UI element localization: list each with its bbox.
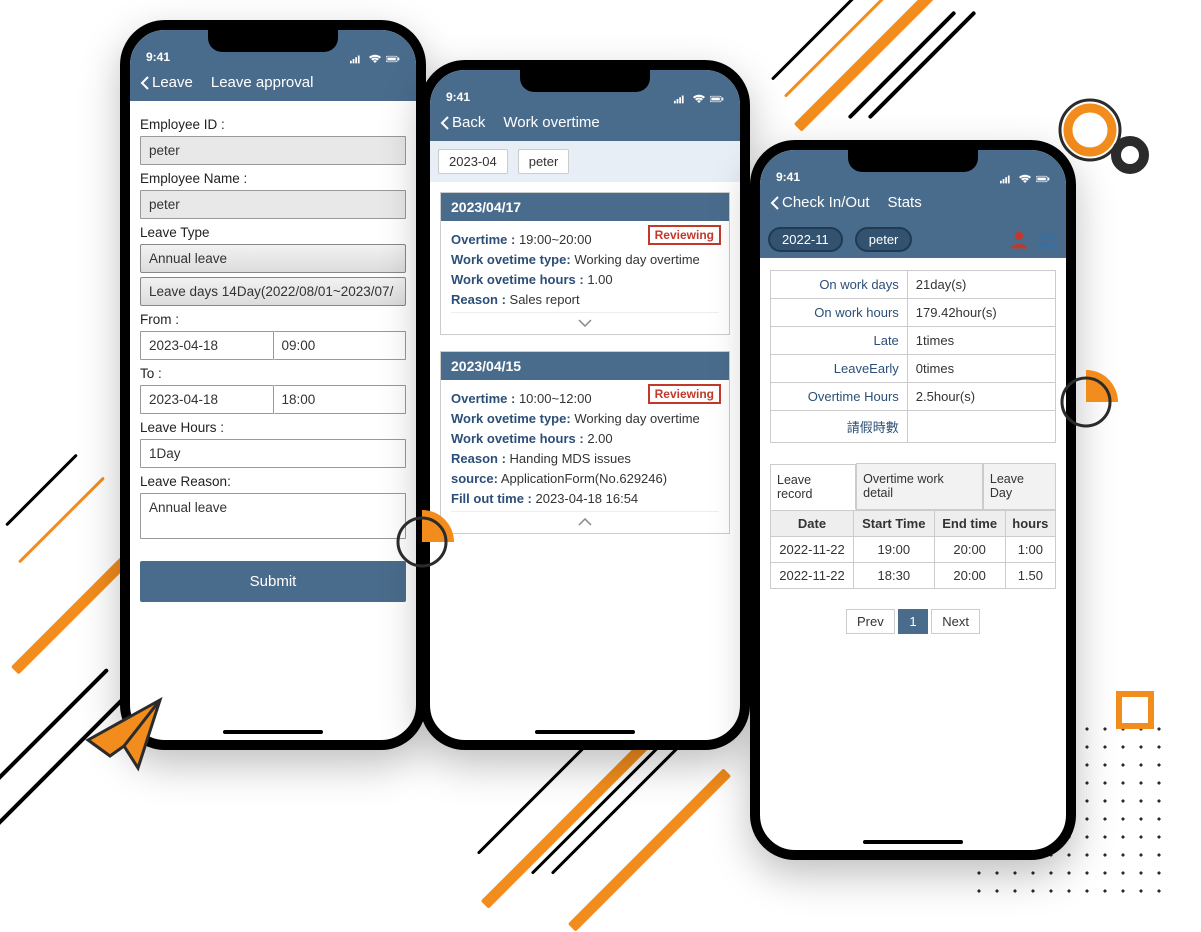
chevron-left-icon (440, 116, 450, 130)
chevron-up-icon (578, 518, 592, 526)
nav-bar: Back Work overtime (430, 106, 740, 141)
table-row: 2022-11-22 19:00 20:00 1:00 (771, 537, 1056, 563)
phone-stats: 9:41 Check In/Out Stats 2022-11 peter On… (750, 140, 1076, 860)
signal-icon (1000, 174, 1014, 184)
notch (520, 70, 650, 92)
col-hours: hours (1005, 511, 1055, 537)
label-from: From : (140, 312, 406, 327)
battery-icon (1036, 174, 1050, 184)
detail-tabs: Leave record Overtime work detail Leave … (770, 463, 1056, 510)
page-title: Stats (888, 194, 922, 211)
col-end: End time (934, 511, 1005, 537)
table-row: 2022-11-22 18:30 20:00 1.50 (771, 563, 1056, 589)
col-date: Date (771, 511, 854, 537)
from-time-field[interactable]: 09:00 (274, 331, 407, 360)
card-date: 2023/04/17 (441, 193, 729, 221)
status-time: 9:41 (776, 170, 800, 184)
status-time: 9:41 (446, 90, 470, 104)
label-reason: Leave Reason: (140, 474, 406, 489)
nav-bar: Check In/Out Stats (760, 186, 1066, 221)
home-indicator (535, 730, 635, 734)
collapse-button[interactable] (451, 511, 719, 531)
wifi-icon (692, 94, 706, 104)
back-button[interactable]: Leave (140, 74, 193, 91)
status-badge: Reviewing (648, 225, 721, 245)
leave-form: Employee ID : peter Employee Name : pete… (130, 101, 416, 727)
col-start: Start Time (854, 511, 935, 537)
back-label: Back (452, 114, 485, 131)
back-label: Leave (152, 74, 193, 91)
status-badge: Reviewing (648, 384, 721, 404)
back-label: Check In/Out (782, 194, 870, 211)
filter-name[interactable]: peter (855, 227, 913, 252)
pager-prev[interactable]: Prev (846, 609, 895, 634)
pagination: Prev 1 Next (770, 609, 1056, 634)
emp-id-field[interactable]: peter (140, 136, 406, 165)
battery-icon (386, 54, 400, 64)
wifi-icon (368, 54, 382, 64)
filter-month[interactable]: 2022-11 (768, 227, 843, 252)
card-date: 2023/04/15 (441, 352, 729, 380)
home-indicator (863, 840, 963, 844)
filter-bar: 2022-11 peter (760, 221, 1066, 258)
page-title: Work overtime (503, 114, 599, 131)
label-emp-id: Employee ID : (140, 117, 406, 132)
group-icon[interactable] (1036, 230, 1058, 250)
status-icons (1000, 174, 1050, 184)
label-leave-type: Leave Type (140, 225, 406, 240)
expand-button[interactable] (451, 312, 719, 332)
leave-days-select[interactable]: Leave days 14Day(2022/08/01~2023/07/ (140, 277, 406, 306)
pager-current[interactable]: 1 (898, 609, 927, 634)
leave-hours-field[interactable]: 1Day (140, 439, 406, 468)
home-indicator (223, 730, 323, 734)
overtime-card: 2023/04/15 Reviewing Overtime : 10:00~12… (440, 351, 730, 534)
notch (208, 30, 338, 52)
tab-leave-record[interactable]: Leave record (770, 464, 856, 510)
notch (848, 150, 978, 172)
tab-overtime-detail[interactable]: Overtime work detail (856, 463, 983, 509)
chevron-left-icon (140, 76, 150, 90)
emp-name-field[interactable]: peter (140, 190, 406, 219)
signal-icon (674, 94, 688, 104)
nav-bar: Leave Leave approval (130, 66, 416, 101)
status-icons (350, 54, 400, 64)
page-title: Leave approval (211, 74, 314, 91)
label-emp-name: Employee Name : (140, 171, 406, 186)
tab-leave-day[interactable]: Leave Day (983, 463, 1056, 509)
pager-next[interactable]: Next (931, 609, 980, 634)
filter-name[interactable]: peter (518, 149, 570, 174)
signal-icon (350, 54, 364, 64)
wifi-icon (1018, 174, 1032, 184)
filter-month[interactable]: 2023-04 (438, 149, 508, 174)
person-icon[interactable] (1008, 230, 1030, 250)
overtime-list: 2023-04 peter 2023/04/17 Reviewing Overt… (430, 141, 740, 727)
label-hours: Leave Hours : (140, 420, 406, 435)
battery-icon (710, 94, 724, 104)
detail-table: Date Start Time End time hours 2022-11-2… (770, 510, 1056, 589)
filter-bar: 2023-04 peter (430, 141, 740, 182)
to-time-field[interactable]: 18:00 (274, 385, 407, 414)
label-to: To : (140, 366, 406, 381)
stats-content: 2022-11 peter On work days21day(s) On wo… (760, 221, 1066, 837)
leave-type-select[interactable]: Annual leave (140, 244, 406, 273)
leave-reason-field[interactable]: Annual leave (140, 493, 406, 539)
chevron-left-icon (770, 196, 780, 210)
overtime-card: 2023/04/17 Reviewing Overtime : 19:00~20… (440, 192, 730, 335)
stats-summary-table: On work days21day(s) On work hours179.42… (770, 270, 1056, 443)
to-date-field[interactable]: 2023-04-18 (140, 385, 274, 414)
submit-button[interactable]: Submit (140, 561, 406, 602)
back-button[interactable]: Back (440, 114, 485, 131)
phone-leave-approval: 9:41 Leave Leave approval Employee ID : … (120, 20, 426, 750)
status-time: 9:41 (146, 50, 170, 64)
status-icons (674, 94, 724, 104)
from-date-field[interactable]: 2023-04-18 (140, 331, 274, 360)
chevron-down-icon (578, 319, 592, 327)
back-button[interactable]: Check In/Out (770, 194, 870, 211)
phone-work-overtime: 9:41 Back Work overtime 2023-04 peter 20… (420, 60, 750, 750)
